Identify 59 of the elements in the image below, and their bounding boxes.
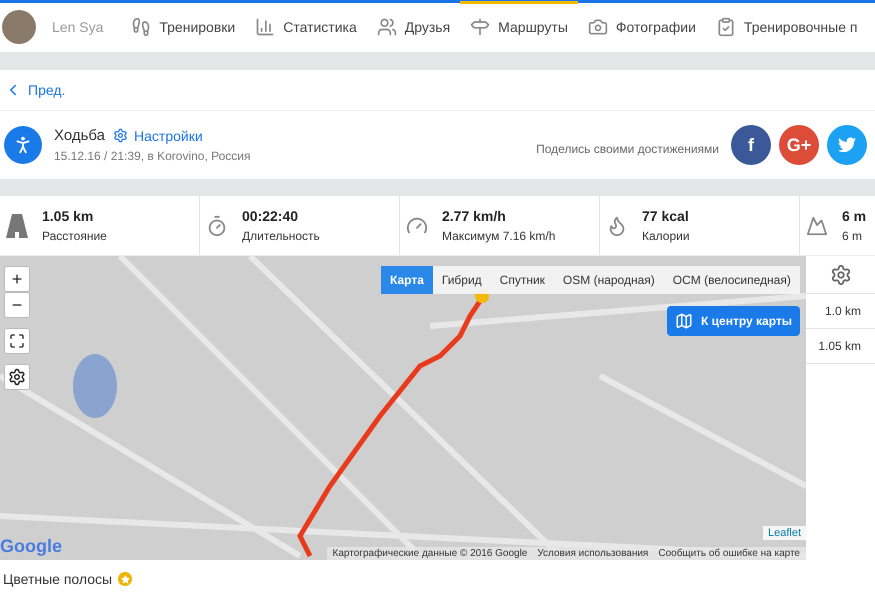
footprints-icon	[131, 17, 152, 38]
back-link[interactable]: Пред.	[4, 80, 66, 99]
map-settings-button[interactable]	[4, 364, 30, 390]
share-label: Поделись своими достижениями	[536, 142, 719, 156]
stopwatch-icon	[206, 214, 228, 237]
stat-value: 6 m	[842, 208, 866, 224]
map-layer-tab[interactable]: OCM (велосипедная)	[664, 266, 800, 294]
nav-item[interactable]: Друзья	[366, 1, 460, 50]
nav-item[interactable]: Фотографии	[578, 1, 706, 50]
settings-link[interactable]: Настройки	[113, 128, 203, 144]
workout-subtitle: 15.12.16 / 21:39, в Korovino, Россия	[54, 149, 252, 164]
stat-label: Калории	[642, 229, 690, 244]
settings-icon[interactable]	[830, 264, 852, 286]
avatar[interactable]	[2, 10, 36, 44]
stat-label: Длительность	[242, 229, 320, 244]
share-button[interactable]: G+	[779, 125, 819, 166]
camera-icon	[588, 17, 608, 38]
signpost-icon	[470, 17, 490, 38]
people-icon	[376, 17, 397, 38]
center-map-button[interactable]: К центру карты	[667, 306, 800, 336]
share-button[interactable]: f	[731, 125, 771, 166]
stat-value: 77 kcal	[642, 208, 690, 224]
settings-icon	[8, 368, 26, 386]
map[interactable]: + − Карта Гибрид Спутник OSM (народная) OCM (велосипедная) К центру карты Google Leaflet Картографические данные © 2016 Google Условия использования Сообщить об ошибке на карте	[0, 256, 806, 560]
walking-icon	[4, 126, 42, 164]
share-button[interactable]	[827, 125, 867, 166]
mountain-icon	[806, 214, 828, 237]
zoom-out-button[interactable]: −	[4, 292, 30, 318]
attribution-text: Картографические данные © 2016 Google	[332, 548, 528, 560]
fullscreen-icon	[9, 333, 25, 350]
map-layer-tab[interactable]: Гибрид	[432, 266, 491, 294]
map-layer-tab[interactable]: Карта	[381, 266, 433, 294]
split-distance: 1.0 km	[806, 294, 875, 330]
stat-label: 6 m	[842, 229, 864, 244]
map-layer-tab[interactable]: OSM (народная)	[554, 266, 664, 294]
bar-chart-icon	[255, 17, 276, 38]
nav-item[interactable]: Тренировки	[121, 1, 246, 50]
user-name: Len Sya	[52, 19, 104, 36]
nav-item[interactable]: Тренировочные п	[706, 1, 868, 50]
stat-label: Максимум 7.16 km/h	[442, 229, 556, 244]
settings-icon	[113, 128, 128, 144]
road-icon	[6, 214, 28, 238]
stat-value: 00:22:40	[242, 208, 300, 224]
leaflet-link[interactable]: Leaflet	[762, 526, 806, 540]
workout-title: Ходьба	[54, 127, 106, 144]
zoom-in-button[interactable]: +	[4, 266, 30, 292]
attribution-text[interactable]: Сообщить об ошибке на карте	[658, 548, 800, 560]
split-distance: 1.05 km	[806, 329, 875, 364]
fullscreen-button[interactable]	[4, 328, 30, 354]
nav-item[interactable]: Статистика	[245, 1, 367, 50]
map-layer-tab[interactable]: Спутник	[490, 266, 554, 294]
color-stripes-label: Цветные полосы	[3, 571, 112, 588]
clipboard-icon	[716, 17, 736, 38]
stat-label: Расстояние	[42, 229, 107, 244]
attribution-text[interactable]: Условия использования	[537, 548, 648, 560]
stat-value: 1.05 km	[42, 208, 94, 224]
stat-value: 2.77 km/h	[442, 208, 507, 224]
map-logo: Google	[0, 536, 62, 558]
bird-icon	[838, 137, 856, 154]
